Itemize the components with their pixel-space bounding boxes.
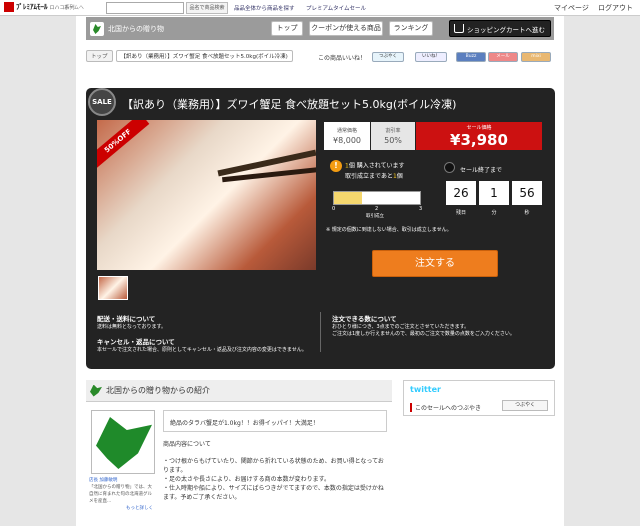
cart-label: ショッピングカートへ進む <box>467 25 545 34</box>
progress-fill <box>334 192 363 204</box>
logo-text: ﾌﾟﾚﾐｱﾑﾓｰﾙ <box>16 3 48 11</box>
timer-minutes: 56 <box>512 181 542 205</box>
shipping-info: 配送・送料について 送料は無料となっております。 キャンセル・返品について 本セ… <box>97 313 317 353</box>
breadcrumb-current: 【訳あり（業務用）】ズワイ蟹足 食べ放題セット5.0kg(ボイル冷凍) <box>115 50 293 62</box>
detail-bullet: ・足の太さや長さにより、お届けする商の本数が変わります。 <box>163 476 331 483</box>
twitter-tweet-button[interactable]: つぶやく <box>502 400 548 411</box>
logout-link[interactable]: ログアウト <box>598 3 633 13</box>
shop-caption: 店長 加藤敏明 「北国からの贈り物」では、大自然に育まれた旬の北海道グルメを産直… <box>89 477 153 512</box>
twitter-logo: twitter <box>410 385 441 394</box>
regular-price-box: 通常価格 ¥8,000 <box>324 122 370 150</box>
breadcrumb: トップ 【訳あり（業務用）】ズワイ蟹足 食べ放題セット5.0kg(ボイル冷凍) <box>86 49 293 63</box>
timer-label: セール終了まで <box>460 167 503 174</box>
shop-manager-name: 店長 加藤敏明 <box>89 478 118 483</box>
gauge-mid-label: 取引成立 <box>366 214 384 219</box>
twitter-box: twitter このセールへのつぶやき つぶやく <box>403 380 555 416</box>
buzz-button[interactable]: Buzz <box>456 52 486 62</box>
quantity-heading: 注文できる数について <box>332 315 397 323</box>
cart-button[interactable]: ショッピングカートへ進む <box>449 20 551 37</box>
hokkaido-map-icon <box>90 384 102 397</box>
timer-hours: 1 <box>479 181 509 205</box>
mail-button[interactable]: メール <box>488 52 518 62</box>
shop-caption-text: 「北国からの贈り物」では、大自然に育まれた旬の北海道グルメを産直... <box>89 485 152 504</box>
remain-prefix: 取引成立まであと <box>345 173 393 180</box>
nav-ranking-button[interactable]: ランキング <box>389 21 433 36</box>
hokkaido-map-image <box>91 410 155 474</box>
timer-minutes-label: 秒 <box>524 210 530 216</box>
shop-name: 北国からの贈り物 <box>108 25 164 33</box>
product-details: ・つけ根からもげていたり、関節から折れている状態のため、お買い得となっております… <box>163 457 387 502</box>
shipping-text: 送料は無料となっております。 <box>97 324 166 330</box>
discount-box: 割引率 50% <box>371 122 415 150</box>
sale-price-label: セール価格 <box>466 125 492 131</box>
timer-days: 26 <box>446 181 476 205</box>
hokkaido-map-icon <box>90 22 104 36</box>
quantity-text: おひとり様につき、3点までのご注文とさせていただきます。 <box>332 324 470 330</box>
progress-gauge <box>333 191 421 205</box>
sale-price-box: セール価格 ¥3,980 <box>416 122 542 150</box>
timer-hours-label: 分 <box>491 210 497 216</box>
mypage-link[interactable]: マイページ <box>554 3 589 13</box>
sale-price: ¥3,980 <box>450 131 508 149</box>
home-link[interactable]: ホームへ <box>64 4 84 11</box>
cancel-heading: キャンセル・返品について <box>97 338 175 346</box>
info-divider <box>320 312 321 352</box>
shipping-heading: 配送・送料について <box>97 315 156 323</box>
exclamation-icon: ! <box>330 160 342 172</box>
regular-price: ¥8,000 <box>333 136 361 145</box>
remain-suffix: 個 <box>396 173 403 180</box>
detail-bullet: ・つけ根からもげていたり、関節から折れている状態のため、お買い得となっております… <box>163 458 384 474</box>
product-thumbnail[interactable] <box>98 276 128 300</box>
share-label: この商品いいね！ <box>318 55 367 62</box>
timesale-link[interactable]: プレミアムタイムセール <box>306 4 366 12</box>
bomb-icon <box>444 162 455 173</box>
more-link[interactable]: もっと詳しく <box>89 505 153 512</box>
product-photo: 50%OFF <box>97 120 316 270</box>
tweet-button[interactable]: つぶやく <box>372 52 404 62</box>
all-items-link[interactable]: 品品全体から商品を探す <box>234 4 295 12</box>
quantity-info: 注文できる数について おひとり様につき、3点までのご注文とさせていただきます。 … <box>332 313 547 337</box>
nav-coupon-button[interactable]: クーポンが使える商品 <box>309 21 383 36</box>
intro-heading-text: 北国からの贈り物からの紹介 <box>106 386 210 395</box>
mixi-button[interactable]: mixi <box>521 52 551 62</box>
search-input[interactable] <box>106 2 184 14</box>
shop-header[interactable]: 北国からの贈り物 <box>90 20 266 38</box>
intro-heading: 北国からの贈り物からの紹介 <box>86 380 392 402</box>
cart-icon <box>454 24 464 33</box>
purchase-status: ! 1個 購入されています 取引成立まであと1個 <box>330 160 430 182</box>
timer-days-label: 残日 <box>455 210 466 216</box>
discount-rate: 50% <box>384 136 402 145</box>
gauge-tick: 0 <box>332 206 336 212</box>
cancel-text: 本セールで注文された場合、原則としてキャンセル・返品及び注文内容の変更はできませ… <box>97 347 307 353</box>
quantity-text: ご注文は1度しか行えませんので、最初のご注文で数量の点数をご入力ください。 <box>332 331 515 337</box>
search-button[interactable]: 品名で商品検索 <box>186 2 228 14</box>
nav-top-button[interactable]: トップ <box>271 21 303 36</box>
logo-mark-icon <box>4 2 14 12</box>
gauge-tick: 2 <box>375 206 379 212</box>
gauge-tick: 3 <box>419 206 423 212</box>
product-title: 【訳あり（業務用）】ズワイ蟹足 食べ放題セット5.0kg(ボイル冷凍) <box>122 98 457 111</box>
intro-lead: 絶品のタラバ蟹足が1.0kg！！お得イッパイ！大満足！ <box>163 410 387 432</box>
section-label: 商品内容について <box>163 441 211 448</box>
detail-bullet: ・仕入時期や船により、サイズにばらつきがでてますので、本数の指定は受けかねます。… <box>163 485 384 501</box>
discount-ribbon: 50%OFF <box>97 120 150 169</box>
sale-badge: SALE <box>88 88 116 116</box>
gauge-note: ※ 規定の個数に到達しない場合、取引は成立しません。 <box>326 227 452 233</box>
twitter-line: このセールへのつぶやき <box>410 403 481 412</box>
like-button[interactable]: いいね！ <box>415 52 447 62</box>
regular-price-label: 通常価格 <box>336 128 357 134</box>
discount-label: 割引率 <box>385 128 401 134</box>
bought-text: 個 購入されています <box>348 162 405 170</box>
breadcrumb-home[interactable]: トップ <box>86 50 113 62</box>
order-button[interactable]: 注文する <box>372 250 498 277</box>
